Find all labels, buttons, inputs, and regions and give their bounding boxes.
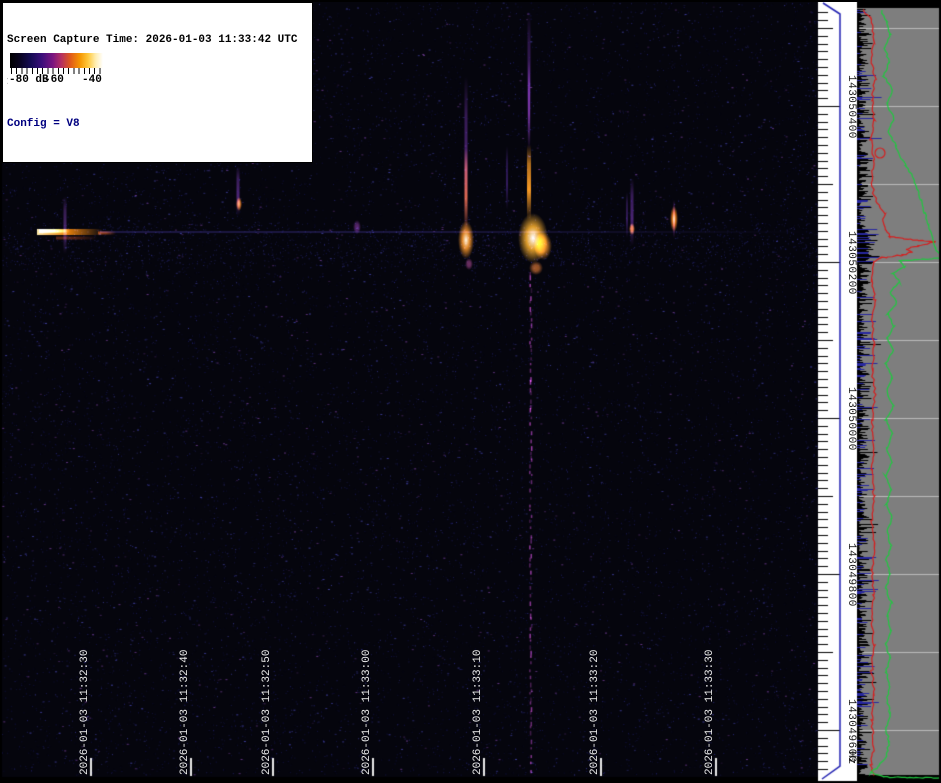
capture-time-text: Screen Capture Time: 2026-01-03 11:33:42…: [7, 33, 308, 47]
colorbar-label-min: -80 dB: [9, 74, 49, 86]
time-axis-label: 2026-01-03 11:33:00: [361, 643, 375, 775]
colorbar-label-max: -40: [82, 74, 102, 86]
spectrogram-screen: Screen Capture Time: 2026-01-03 11:33:42…: [0, 0, 941, 783]
time-axis-label: 2026-01-03 11:32:30: [79, 643, 93, 775]
colorbar-gradient: [10, 53, 103, 68]
colorbar-label-mid: -60: [44, 74, 64, 86]
time-axis-label: 2026-01-03 11:33:30: [704, 643, 718, 775]
intensity-colorbar: -80 dB -60 -40: [8, 52, 105, 93]
freq-axis-label: 143049800: [843, 543, 857, 607]
time-axis-label: 2026-01-03 11:32:50: [261, 643, 275, 775]
freq-axis-label: 143050400: [843, 75, 857, 139]
freq-axis-label: 143050200: [843, 231, 857, 295]
freq-axis-unit: Hz: [843, 751, 857, 771]
colorbar-labels: -80 dB -60 -40: [8, 74, 105, 88]
freq-axis-label: 143050000: [843, 387, 857, 451]
time-axis-label: 2026-01-03 11:33:20: [589, 643, 603, 775]
config-text: Config = V8: [7, 117, 308, 131]
time-axis-label: 2026-01-03 11:33:10: [472, 643, 486, 775]
time-axis-label: 2026-01-03 11:32:40: [179, 643, 193, 775]
